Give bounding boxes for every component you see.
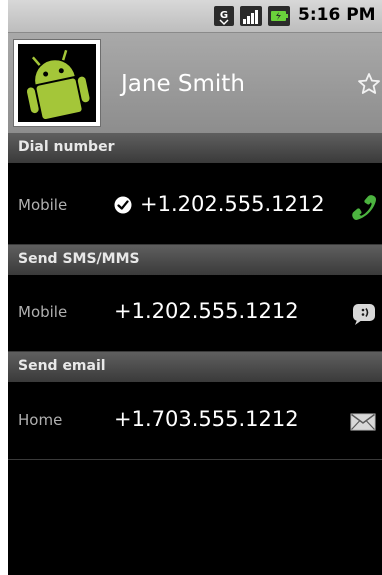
- divider: [8, 459, 382, 460]
- list-item-dial-mobile[interactable]: Mobile +1.202.555.1212: [8, 170, 382, 244]
- phone-icon[interactable]: [349, 193, 377, 221]
- list-item-sms-mobile[interactable]: Mobile +1.202.555.1212: [8, 277, 382, 351]
- battery-icon: [268, 6, 290, 26]
- sms-icon[interactable]: [352, 302, 376, 326]
- star-icon[interactable]: [357, 72, 381, 96]
- phone-number: +1.202.555.1212: [140, 192, 325, 216]
- signal-icon: [240, 6, 262, 26]
- section-header-label: Send email: [18, 358, 106, 374]
- contact-name: Jane Smith: [121, 71, 245, 97]
- section-header-label: Dial number: [18, 139, 115, 155]
- section-header-sms: Send SMS/MMS: [8, 245, 382, 275]
- android-robot-icon: [18, 44, 96, 122]
- list-item-email-home[interactable]: Home +1.703.555.1212: [8, 385, 382, 459]
- default-check-icon: [114, 196, 132, 214]
- contact-screen: G 5:16 PM Jane Smith Dial number Mobile …: [8, 0, 382, 575]
- section-header-dial: Dial number: [8, 133, 382, 163]
- email-icon[interactable]: [350, 413, 376, 431]
- phone-number: +1.202.555.1212: [114, 299, 299, 323]
- section-header-label: Send SMS/MMS: [18, 251, 140, 267]
- email-type-label: Home: [18, 411, 63, 429]
- phone-type-label: Mobile: [18, 303, 68, 321]
- section-header-email: Send email: [8, 352, 382, 382]
- status-time: 5:16 PM: [298, 5, 376, 25]
- contact-header: Jane Smith: [8, 33, 382, 133]
- status-bar: G 5:16 PM: [8, 0, 382, 33]
- gps-icon: G: [214, 6, 234, 26]
- svg-text:G: G: [220, 10, 228, 21]
- avatar[interactable]: [13, 39, 101, 127]
- phone-type-label: Mobile: [18, 196, 68, 214]
- email-address: +1.703.555.1212: [114, 407, 299, 431]
